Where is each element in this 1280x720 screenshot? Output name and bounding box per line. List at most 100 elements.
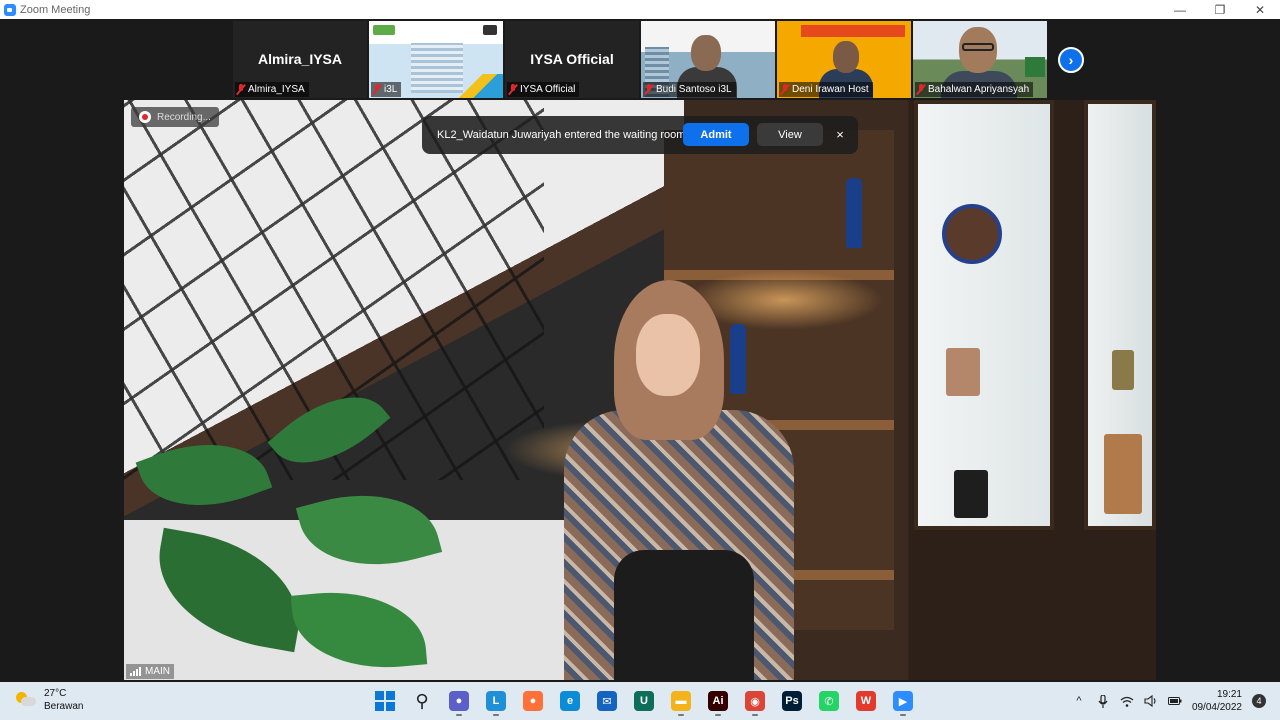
illustrator-taskbar-button[interactable]: Ai	[703, 686, 733, 716]
mic-muted-icon	[917, 84, 925, 95]
weather-condition: Berawan	[44, 701, 84, 712]
participant-tile[interactable]: Bahalwan Apriyansyah	[913, 21, 1047, 98]
participant-tile[interactable]: Budi Santoso i3L	[641, 21, 775, 98]
edge-icon: e	[560, 691, 580, 711]
wps-taskbar-button[interactable]: W	[851, 686, 881, 716]
close-notification-button[interactable]: ×	[832, 125, 848, 143]
plaque-graphic	[954, 470, 988, 518]
clock-time: 19:21	[1216, 689, 1242, 700]
lumos-taskbar-button[interactable]: L	[481, 686, 511, 716]
system-tray: ^ 19:21 09/04/2022 4	[1072, 686, 1266, 716]
microphone-icon[interactable]	[1096, 694, 1110, 708]
participant-name: Budi Santoso i3L	[656, 84, 732, 95]
presenter-clothing	[614, 550, 754, 680]
display-cabinet	[1084, 100, 1156, 530]
illustrator-icon: Ai	[708, 691, 728, 711]
waiting-room-message: KL2_Waidatun Juwariyah entered the waiti…	[437, 129, 686, 141]
notification-count-badge[interactable]: 4	[1252, 694, 1266, 708]
windows-start-taskbar-button[interactable]	[370, 686, 400, 716]
partly-cloudy-icon	[16, 692, 36, 708]
chrome-icon: ◉	[745, 691, 765, 711]
minimize-button[interactable]: —	[1160, 0, 1200, 19]
participant-name: Deni Irawan Host	[792, 84, 869, 95]
close-button[interactable]: ✕	[1240, 0, 1280, 19]
presenter	[564, 280, 794, 680]
glasses-graphic	[962, 43, 994, 51]
wps-icon: W	[856, 691, 876, 711]
plant-graphic	[124, 371, 464, 680]
upwork-icon: U	[634, 691, 654, 711]
weather-widget[interactable]: 27°C Berawan	[16, 687, 83, 713]
participant-tile[interactable]: Deni Irawan Host	[777, 21, 911, 98]
main-video[interactable]: Recording... KL2_Waidatun Juwariyah ente…	[124, 100, 1156, 680]
mail-taskbar-button[interactable]: ✉	[592, 686, 622, 716]
search-taskbar-button[interactable]: ⚲	[407, 686, 437, 716]
logo-graphic	[483, 25, 497, 35]
edge-taskbar-button[interactable]: e	[555, 686, 585, 716]
trophy-graphic	[1112, 350, 1134, 390]
mic-muted-icon	[645, 84, 653, 95]
photoshop-taskbar-button[interactable]: Ps	[777, 686, 807, 716]
restore-button[interactable]: ❐	[1200, 0, 1240, 19]
participant-tile[interactable]: Almira_IYSA Almira_IYSA	[233, 21, 367, 98]
logo-graphic	[373, 25, 395, 35]
banner-graphic	[801, 25, 905, 37]
mic-muted-icon	[781, 84, 789, 95]
participant-label: Bahalwan Apriyansyah	[915, 82, 1034, 97]
participant-display-name: Almira_IYSA	[257, 51, 343, 67]
recording-label: Recording...	[157, 111, 211, 123]
participant-strip: Almira_IYSA Almira_IYSA i3L IYSA Officia…	[233, 21, 1047, 98]
clock[interactable]: 19:21 09/04/2022	[1192, 688, 1242, 714]
chevron-up-icon[interactable]: ^	[1072, 694, 1086, 708]
zoom-taskbar-button[interactable]: ▶	[888, 686, 918, 716]
mail-icon: ✉	[597, 691, 617, 711]
battery-icon[interactable]	[1167, 694, 1182, 708]
volume-icon[interactable]	[1144, 694, 1158, 708]
recording-indicator[interactable]: Recording...	[131, 107, 219, 127]
wifi-icon[interactable]	[1120, 694, 1134, 708]
zoom-app-icon	[4, 3, 16, 16]
weather-text: 27°C Berawan	[44, 687, 83, 713]
windows-start-icon	[375, 691, 395, 711]
sign-graphic	[1025, 57, 1045, 77]
whatsapp-taskbar-button[interactable]: ✆	[814, 686, 844, 716]
participant-name: Bahalwan Apriyansyah	[928, 84, 1030, 95]
person-face	[833, 41, 859, 73]
presenter-face	[636, 314, 700, 396]
participant-tile[interactable]: i3L	[369, 21, 503, 98]
running-indicator	[456, 714, 462, 716]
lumos-icon: L	[486, 691, 506, 711]
chrome-taskbar-button[interactable]: ◉	[740, 686, 770, 716]
file-explorer-icon: ▬	[671, 691, 691, 711]
participant-label: Deni Irawan Host	[779, 82, 873, 97]
participant-name: Almira_IYSA	[248, 84, 305, 95]
running-indicator	[900, 714, 906, 716]
main-video-label: MAIN	[126, 664, 174, 679]
recording-icon	[139, 111, 151, 123]
window-title: Zoom Meeting	[20, 3, 91, 16]
plaque-graphic	[946, 348, 980, 396]
participant-label: Almira_IYSA	[235, 82, 309, 97]
signal-strength-icon	[130, 667, 141, 676]
firefox-taskbar-button[interactable]: ●	[518, 686, 548, 716]
leaf-graphic	[135, 421, 273, 529]
running-indicator	[752, 714, 758, 716]
upwork-taskbar-button[interactable]: U	[629, 686, 659, 716]
file-explorer-taskbar-button[interactable]: ▬	[666, 686, 696, 716]
taskbar: 27°C Berawan ⚲ ● L ● e ✉ U ▬ Ai ◉ Ps ✆ W ▶ ^ 19:21 09…	[0, 682, 1280, 720]
view-button[interactable]: View	[757, 123, 823, 146]
main-video-name: MAIN	[145, 666, 170, 677]
admit-button[interactable]: Admit	[683, 123, 749, 146]
leaf-graphic	[146, 527, 312, 653]
chat-taskbar-button[interactable]: ●	[444, 686, 474, 716]
participant-tile[interactable]: IYSA Official IYSA Official	[505, 21, 639, 98]
photoshop-icon: Ps	[782, 691, 802, 711]
zoom-icon: ▶	[893, 691, 913, 711]
chevron-right-icon: ›	[1068, 52, 1074, 68]
waiting-room-notification: KL2_Waidatun Juwariyah entered the waiti…	[422, 116, 858, 154]
mic-muted-icon	[509, 84, 517, 95]
participant-name: i3L	[384, 84, 398, 95]
participant-label: Budi Santoso i3L	[643, 82, 736, 97]
mic-muted-icon	[373, 84, 381, 95]
next-page-button[interactable]: ›	[1058, 47, 1084, 73]
